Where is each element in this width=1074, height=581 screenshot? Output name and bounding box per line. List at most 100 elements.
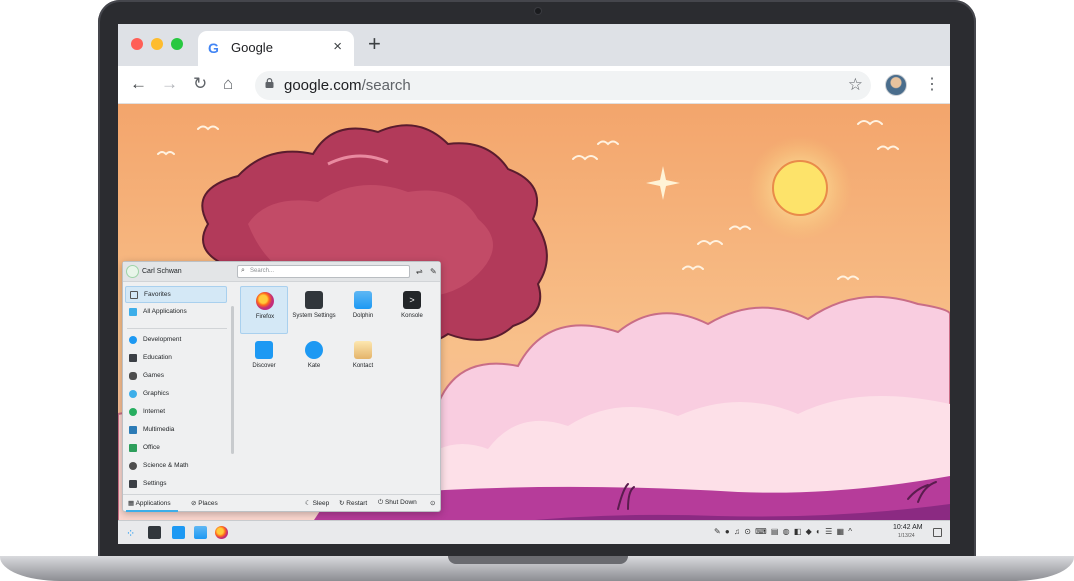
sidebar-item-label: Internet [143,408,166,415]
globe-icon [129,408,137,416]
sidebar-divider [127,328,227,329]
search-input[interactable]: ⌕ Search... [237,265,410,278]
discover-task-icon[interactable] [172,526,185,539]
browser-toolbar: ← → ↻ ⌂ google.com/search ☆ ⋮ [118,66,950,104]
multimedia-icon [129,426,137,434]
sidebar-item-label: Education [143,354,172,361]
reload-icon[interactable]: ↻ [193,74,207,94]
sidebar-item-internet[interactable]: Internet [125,404,227,421]
system-tray[interactable]: ✎ ● ♫ ⊙ ⌨ ▤ ◍ ◧ ◆ ◐ ☰ ▦ ^ [714,527,853,536]
bookmark-icon [130,291,138,299]
grid-icon [129,308,137,316]
app-kate[interactable]: Kate [290,336,338,384]
firefox-icon [256,292,274,310]
sidebar-item-multimedia[interactable]: Multimedia [125,422,227,439]
app-konsole[interactable]: > Konsole [388,286,436,334]
app-label: Dolphin [352,313,374,319]
shutdown-button[interactable]: ⏻ Shut Down [378,499,417,507]
sidebar-item-games[interactable]: Games [125,368,227,385]
sidebar-item-label: Science & Math [143,462,189,469]
sidebar-item-education[interactable]: Education [125,350,227,367]
dolphin-task-icon[interactable] [194,526,207,539]
clock-time[interactable]: 10:42 AM [893,524,923,531]
app-label: Kate [307,363,321,369]
launcher-header: Carl Schwan ⌕ Search... ⇌ ✎ [123,262,440,282]
tab-applications[interactable]: ▦ Applications [128,499,171,507]
close-tab-icon[interactable]: × [333,38,342,55]
sidebar-item-settings[interactable]: Settings [125,476,227,493]
address-bar[interactable]: google.com/search ☆ [255,71,871,100]
sleep-button[interactable]: ☾ Sleep [305,499,329,507]
taskbar-panel: ⁘ ✎ ● ♫ ⊙ ⌨ ▤ ◍ ◧ ◆ ◐ ☰ ▦ ^ 10:42 AM 1/1… [118,520,950,544]
app-label: System Settings [292,313,336,319]
more-options-icon[interactable]: ⊙ [430,499,435,507]
sidebar-item-graphics[interactable]: Graphics [125,386,227,403]
dolphin-folder-icon [354,291,372,309]
power-icon: ⏻ [378,499,385,506]
app-kontact[interactable]: Kontact [339,336,387,384]
profile-avatar[interactable] [885,74,907,96]
back-arrow-icon[interactable]: ← [130,74,147,94]
sidebar-item-favorites[interactable]: Favorites [125,286,227,303]
education-icon [129,354,137,362]
sidebar-item-office[interactable]: Office [125,440,227,457]
sidebar-item-development[interactable]: Development [125,332,227,349]
home-icon[interactable]: ⌂ [223,74,233,94]
browser-tab[interactable]: G Google × [198,31,354,66]
firefox-task-icon[interactable] [215,526,228,539]
sleep-icon: ☾ [305,500,313,507]
sidebar-item-all-applications[interactable]: All Applications [125,304,227,321]
sidebar-item-label: Graphics [143,390,170,397]
app-dolphin[interactable]: Dolphin [339,286,387,334]
favorites-grid: Firefox System Settings Dolphin > Konsol… [237,284,437,489]
application-launcher: Carl Schwan ⌕ Search... ⇌ ✎ Favorites Al… [122,261,441,512]
sidebar-item-label: All Applications [143,308,187,315]
screen: G Google × + ← → ↻ ⌂ google.com/search ☆… [118,24,950,544]
launcher-sidebar: Favorites All Applications Development E… [123,282,235,492]
sidebar-item-label: Development [143,336,182,343]
google-favicon-icon: G [208,40,219,56]
camera-icon [535,8,541,14]
new-tab-button[interactable]: + [368,33,381,55]
sidebar-item-science-math[interactable]: Science & Math [125,458,227,475]
search-icon: ⌕ [241,267,245,274]
system-settings-task-icon[interactable] [148,526,161,539]
development-icon [129,336,137,344]
gamepad-icon [129,372,137,380]
restart-button[interactable]: ↻ Restart [339,499,367,507]
office-icon [129,444,137,452]
graphics-icon [129,390,137,398]
user-avatar[interactable] [126,265,139,278]
lock-icon [265,78,274,88]
sidebar-scrollbar[interactable] [231,306,234,454]
star-icon[interactable]: ☆ [848,75,863,95]
app-label: Kontact [352,363,374,369]
desktop: Carl Schwan ⌕ Search... ⇌ ✎ Favorites Al… [118,104,950,544]
clock-date: 1/13/24 [898,533,915,539]
url-text: google.com/search [284,77,411,94]
sidebar-item-label: Office [143,444,160,451]
kde-launcher-icon[interactable]: ⁘ [126,527,135,540]
app-label: Discover [252,363,276,369]
close-window-button[interactable] [131,38,143,50]
show-desktop-button[interactable] [933,528,942,537]
forward-arrow-icon[interactable]: → [161,74,178,94]
tab-places[interactable]: ⊘ Places [191,499,218,507]
app-system-settings[interactable]: System Settings [290,286,338,334]
pin-icon[interactable]: ✎ [430,267,437,276]
kebab-menu-icon[interactable]: ⋮ [924,74,940,94]
konsole-icon: > [403,291,421,309]
minimize-window-button[interactable] [151,38,163,50]
user-name: Carl Schwan [142,268,182,275]
maximize-window-button[interactable] [171,38,183,50]
app-discover[interactable]: Discover [240,336,288,384]
laptop-base-notch [448,556,628,564]
app-label: Konsole [401,313,423,319]
kontact-icon [354,341,372,359]
sidebar-item-label: Multimedia [143,426,175,433]
discover-icon [255,341,273,359]
science-icon [129,462,137,470]
active-tab-indicator [126,510,178,512]
configure-icon[interactable]: ⇌ [416,267,423,276]
app-firefox[interactable]: Firefox [240,286,288,334]
